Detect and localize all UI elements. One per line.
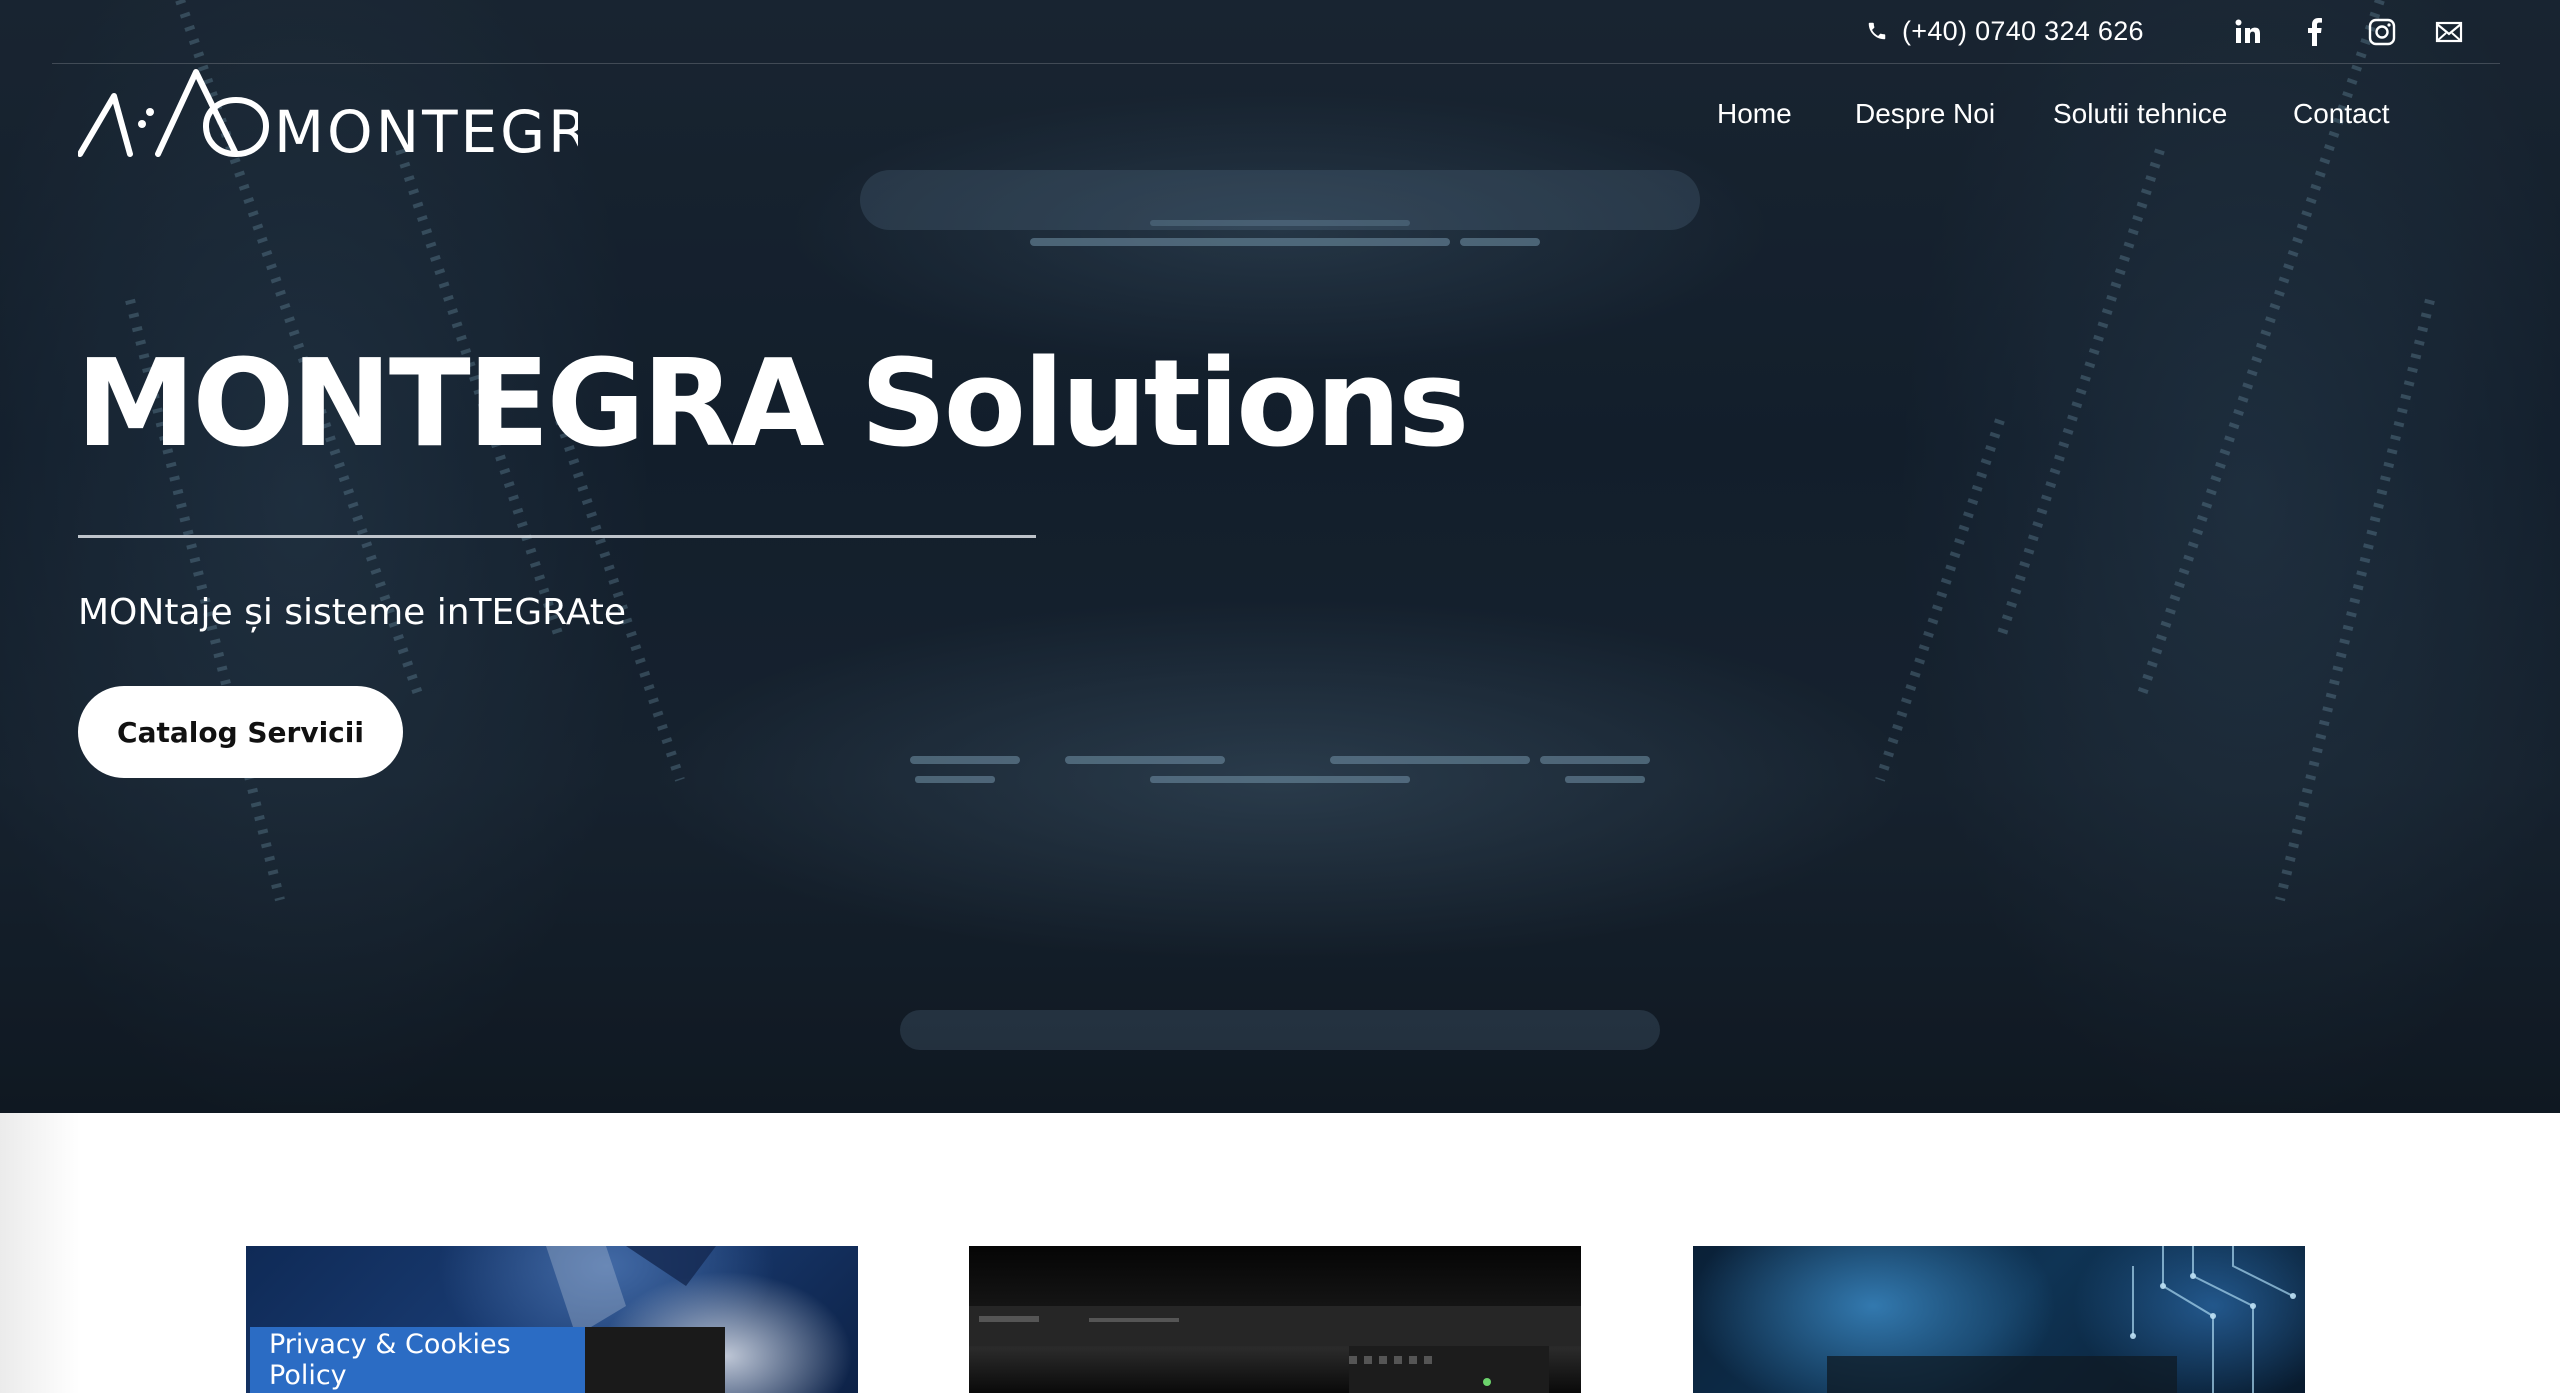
hero-overlay xyxy=(0,0,2560,1113)
email-icon[interactable] xyxy=(2431,14,2467,50)
left-edge-shadow xyxy=(0,1113,80,1393)
hero-divider xyxy=(78,535,1036,538)
privacy-cookies-policy-button[interactable]: Privacy & Cookies Policy xyxy=(250,1327,585,1393)
logo-mark: MONTEGRA xyxy=(77,69,629,166)
service-card-3[interactable] xyxy=(1693,1246,2305,1393)
topbar-divider xyxy=(52,63,2500,64)
card-2-image xyxy=(969,1306,1581,1393)
linkedin-icon[interactable] xyxy=(2230,14,2266,50)
phone-contact[interactable]: (+40) 0740 324 626 xyxy=(1866,12,2144,50)
instagram-icon[interactable] xyxy=(2364,14,2400,50)
facebook-icon[interactable] xyxy=(2297,14,2333,50)
card-3-caption-panel xyxy=(1827,1356,2177,1393)
service-card-2[interactable] xyxy=(969,1246,1581,1393)
phone-icon xyxy=(1866,20,1888,42)
logo-text: MONTEGRA xyxy=(274,98,578,166)
montegra-logo[interactable]: MONTEGRA xyxy=(77,66,629,166)
nav-item-despre-noi[interactable]: Despre Noi xyxy=(1855,92,1995,136)
top-bar: (+40) 0740 324 626 xyxy=(0,0,2560,64)
catalog-servicii-button[interactable]: Catalog Servicii xyxy=(78,686,403,778)
phone-number: (+40) 0740 324 626 xyxy=(1902,15,2144,46)
nav-item-solutii-tehnice[interactable]: Solutii tehnice xyxy=(2053,92,2227,136)
nav-item-contact[interactable]: Contact xyxy=(2293,92,2390,136)
hero-subtitle: MONtaje și sisteme inTEGRAte xyxy=(78,592,626,633)
privacy-tab-shadow xyxy=(585,1327,725,1393)
hero-section xyxy=(0,0,2560,1113)
hero-title: MONTEGRA Solutions xyxy=(76,335,1469,474)
nav-item-home[interactable]: Home xyxy=(1717,92,1792,136)
